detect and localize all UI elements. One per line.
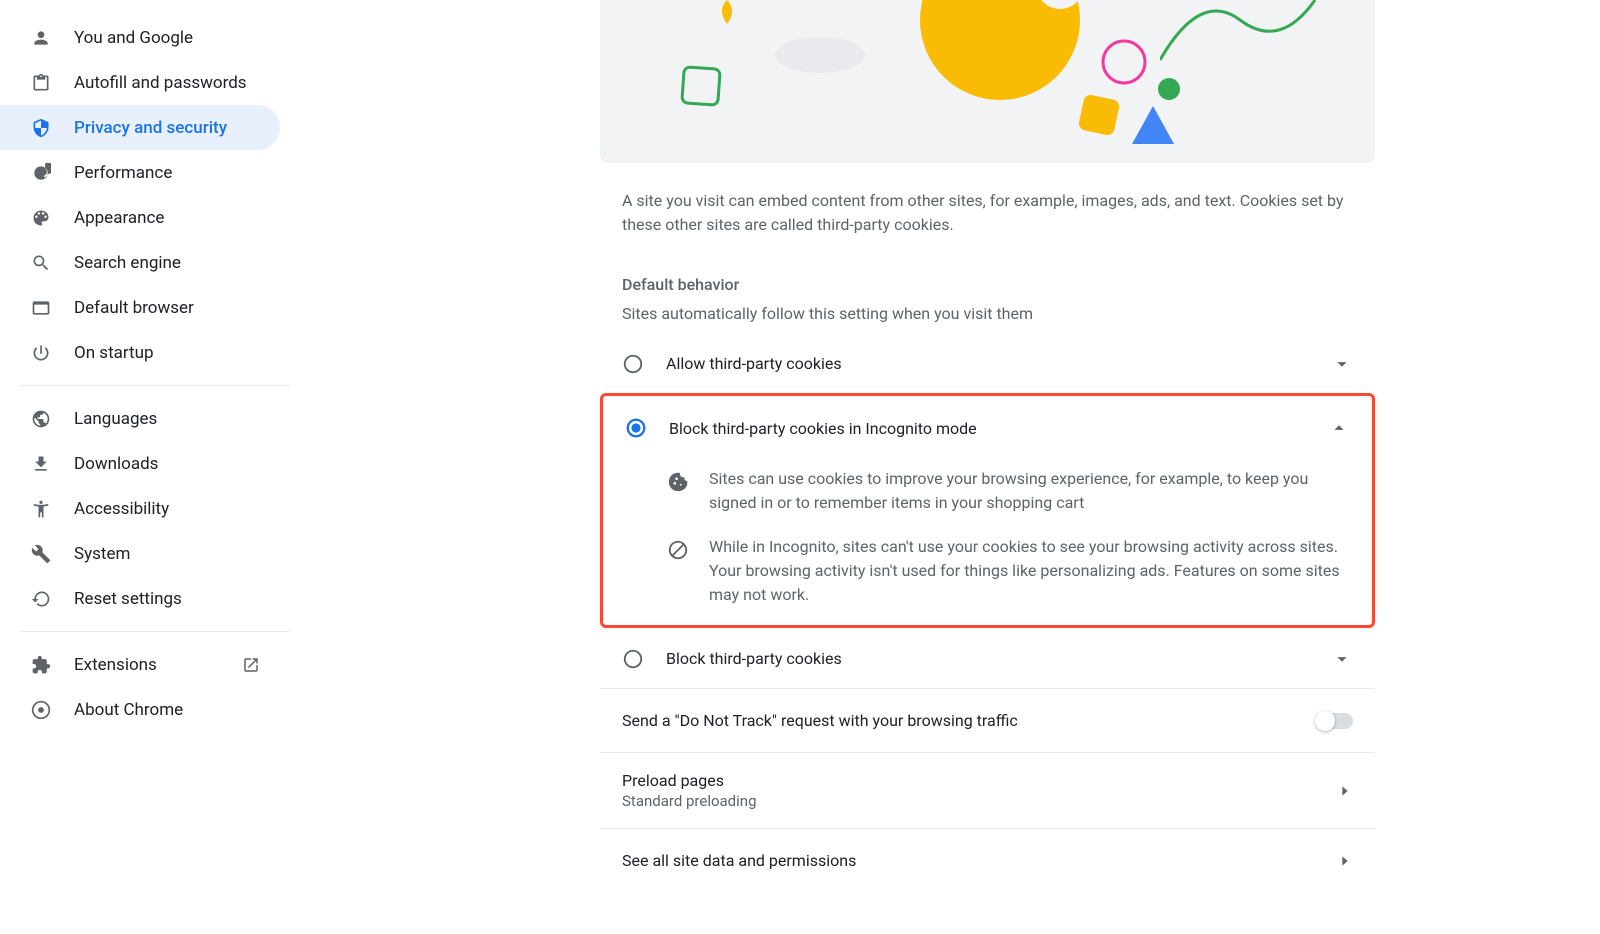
radio-checked-icon xyxy=(625,417,647,439)
option-label: Allow third-party cookies xyxy=(666,354,842,373)
sidebar-item-downloads[interactable]: Downloads xyxy=(0,441,280,486)
preload-pages-row[interactable]: Preload pages Standard preloading xyxy=(600,752,1375,828)
sidebar-item-about-chrome[interactable]: About Chrome xyxy=(0,687,280,732)
sidebar-item-label: You and Google xyxy=(74,28,193,48)
sidebar-item-autofill[interactable]: Autofill and passwords xyxy=(0,60,280,105)
clipboard-icon xyxy=(30,72,52,94)
browser-icon xyxy=(30,297,52,319)
highlighted-option-block: Block third-party cookies in Incognito m… xyxy=(600,393,1375,628)
setting-label: Preload pages xyxy=(622,771,757,790)
block-icon xyxy=(667,539,689,561)
sidebar-item-label: Appearance xyxy=(74,208,164,228)
palette-icon xyxy=(30,207,52,229)
sidebar-item-languages[interactable]: Languages xyxy=(0,396,280,441)
sidebar-item-label: Languages xyxy=(74,409,157,429)
sidebar-item-search-engine[interactable]: Search engine xyxy=(0,240,280,285)
chrome-icon xyxy=(30,699,52,721)
sidebar-item-label: System xyxy=(74,544,130,564)
default-behavior-desc: Sites automatically follow this setting … xyxy=(600,294,1375,333)
cookie-icon xyxy=(667,471,689,493)
setting-label: See all site data and permissions xyxy=(622,851,856,870)
option-allow-third-party[interactable]: Allow third-party cookies xyxy=(600,333,1375,393)
sidebar-item-label: About Chrome xyxy=(74,700,183,720)
sidebar: You and Google Autofill and passwords Pr… xyxy=(0,0,290,934)
sidebar-item-label: On startup xyxy=(74,343,154,363)
sidebar-item-default-browser[interactable]: Default browser xyxy=(0,285,280,330)
search-icon xyxy=(30,252,52,274)
option-label: Block third-party cookies in Incognito m… xyxy=(669,419,977,438)
sidebar-item-label: Accessibility xyxy=(74,499,169,519)
sidebar-item-on-startup[interactable]: On startup xyxy=(0,330,280,375)
chevron-down-icon[interactable] xyxy=(1331,353,1353,375)
sidebar-item-label: Extensions xyxy=(74,655,157,675)
intro-text: A site you visit can embed content from … xyxy=(600,163,1375,237)
power-icon xyxy=(30,342,52,364)
radio-unchecked-icon xyxy=(622,648,644,670)
detail-text: Sites can use cookies to improve your br… xyxy=(709,467,1350,515)
sidebar-item-performance[interactable]: Performance xyxy=(0,150,280,195)
sidebar-divider xyxy=(20,385,290,386)
sidebar-item-reset[interactable]: Reset settings xyxy=(0,576,280,621)
external-link-icon xyxy=(242,656,260,674)
wrench-icon xyxy=(30,543,52,565)
sidebar-item-you-and-google[interactable]: You and Google xyxy=(0,15,280,60)
sidebar-item-label: Default browser xyxy=(74,298,194,318)
sidebar-item-privacy-security[interactable]: Privacy and security xyxy=(0,105,280,150)
default-behavior-title: Default behavior xyxy=(600,237,1375,294)
main-content: A site you visit can embed content from … xyxy=(290,0,1600,934)
sidebar-divider xyxy=(20,631,290,632)
sidebar-item-label: Reset settings xyxy=(74,589,182,609)
sidebar-item-label: Downloads xyxy=(74,454,158,474)
download-icon xyxy=(30,453,52,475)
sidebar-item-system[interactable]: System xyxy=(0,531,280,576)
sidebar-item-label: Performance xyxy=(74,163,172,183)
option-block-all[interactable]: Block third-party cookies xyxy=(600,628,1375,688)
sidebar-item-accessibility[interactable]: Accessibility xyxy=(0,486,280,531)
radio-unchecked-icon xyxy=(622,353,644,375)
hero-illustration xyxy=(600,0,1375,163)
site-data-row[interactable]: See all site data and permissions xyxy=(600,828,1375,892)
option-block-incognito[interactable]: Block third-party cookies in Incognito m… xyxy=(603,396,1372,459)
sidebar-item-extensions[interactable]: Extensions xyxy=(0,642,280,687)
sidebar-item-label: Privacy and security xyxy=(74,118,227,138)
sidebar-item-label: Search engine xyxy=(74,253,181,273)
shield-icon xyxy=(30,117,52,139)
option-label: Block third-party cookies xyxy=(666,649,842,668)
user-icon xyxy=(30,27,52,49)
reset-icon xyxy=(30,588,52,610)
chevron-up-icon[interactable] xyxy=(1328,417,1350,439)
speedometer-icon xyxy=(30,162,52,184)
chevron-down-icon[interactable] xyxy=(1331,648,1353,670)
chevron-right-icon xyxy=(1337,783,1353,799)
setting-sublabel: Standard preloading xyxy=(622,792,757,810)
detail-text: While in Incognito, sites can't use your… xyxy=(709,535,1350,607)
do-not-track-row[interactable]: Send a "Do Not Track" request with your … xyxy=(600,688,1375,752)
globe-icon xyxy=(30,408,52,430)
detail-line-1: Sites can use cookies to improve your br… xyxy=(603,459,1372,527)
chevron-right-icon xyxy=(1337,853,1353,869)
puzzle-icon xyxy=(30,654,52,676)
setting-label: Send a "Do Not Track" request with your … xyxy=(622,711,1018,730)
sidebar-item-label: Autofill and passwords xyxy=(74,73,247,93)
do-not-track-toggle[interactable] xyxy=(1317,713,1353,729)
detail-line-2: While in Incognito, sites can't use your… xyxy=(603,527,1372,625)
accessibility-icon xyxy=(30,498,52,520)
sidebar-item-appearance[interactable]: Appearance xyxy=(0,195,280,240)
